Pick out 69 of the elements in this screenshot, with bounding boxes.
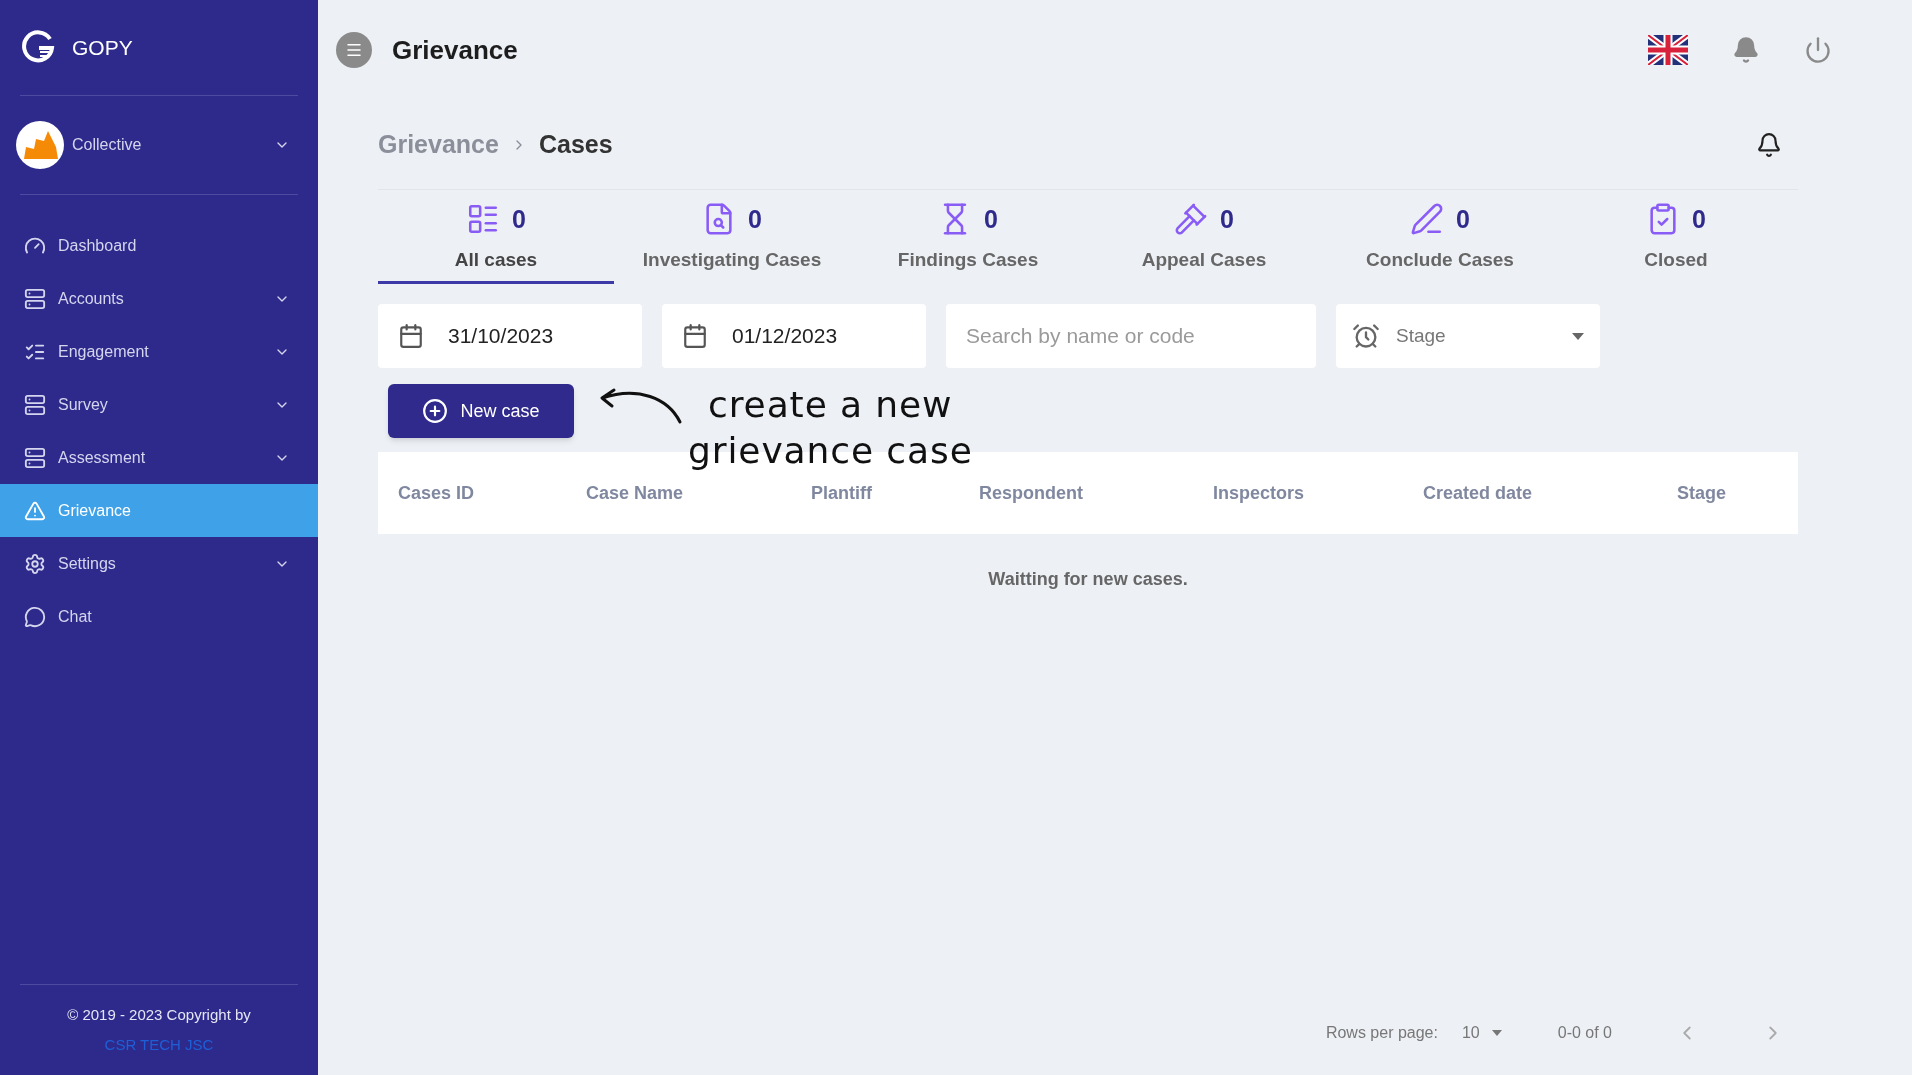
rows-per-page-select[interactable]: 10 [1461, 1020, 1502, 1045]
warning-icon [24, 499, 46, 522]
organization-selector[interactable]: Collective [0, 96, 318, 194]
sidebar-item[interactable]: Assessment [0, 431, 318, 484]
case-tab[interactable]: 0 Findings Cases [850, 194, 1086, 284]
server-icon [24, 446, 46, 469]
case-count: 0 [1692, 203, 1706, 235]
dropdown-caret-icon [1572, 332, 1584, 340]
tab-label: All cases [454, 248, 538, 272]
menu-icon [345, 41, 363, 59]
case-tab[interactable]: 0 All cases [378, 194, 614, 284]
date-to-field[interactable]: 01/12/2023 [662, 304, 926, 368]
case-tab[interactable]: 0 Appeal Cases [1086, 194, 1322, 284]
case-tab[interactable]: 0 Conclude Cases [1322, 194, 1558, 284]
server-icon [24, 393, 46, 416]
calendar-icon [682, 323, 708, 349]
notification-bell-icon[interactable] [1732, 36, 1760, 64]
new-case-button[interactable]: New case [388, 384, 574, 438]
tab-label: Conclude Cases [1366, 248, 1514, 272]
search-field[interactable]: Search by name or code [946, 304, 1316, 368]
column-header: Case Name [586, 481, 685, 505]
power-icon[interactable] [1804, 36, 1832, 64]
sidebar-item[interactable]: Accounts [0, 272, 318, 325]
calendar-icon [398, 323, 424, 349]
flag-icon[interactable] [1648, 35, 1688, 65]
dropdown-caret-icon [1491, 1029, 1502, 1036]
breadcrumb-current: Cases [538, 128, 613, 160]
sidebar-item[interactable]: Survey [0, 378, 318, 431]
case-count: 0 [512, 203, 526, 235]
tab-label: Investigating Cases [642, 248, 822, 272]
settings-icon [24, 552, 46, 575]
sidebar-item[interactable]: Dashboard [0, 219, 318, 272]
sidebar-item[interactable]: Chat [0, 590, 318, 643]
page-title: Grievance [392, 33, 519, 67]
rows-per-page-label: Rows per page: [1325, 1022, 1438, 1043]
case-tab[interactable]: 0 Investigating Cases [614, 194, 850, 284]
sidebar-item[interactable]: Settings [0, 537, 318, 590]
case-count: 0 [984, 203, 998, 235]
tab-label: Appeal Cases [1141, 248, 1267, 272]
case-count: 0 [1456, 203, 1470, 235]
column-header: Respondent [979, 481, 1084, 505]
column-header: Created date [1423, 481, 1534, 505]
bell-icon[interactable] [1756, 131, 1782, 158]
date-from-field[interactable]: 31/10/2023 [378, 304, 642, 368]
column-header: Plantiff [811, 481, 873, 505]
case-count: 0 [748, 203, 762, 235]
alarm-clock-icon [1352, 322, 1380, 350]
stage-dropdown[interactable]: Stage [1336, 304, 1600, 368]
sidebar-item[interactable]: Engagement [0, 325, 318, 378]
gavel-icon [1174, 202, 1209, 237]
server-icon [24, 287, 46, 310]
column-header: Inspectors [1213, 481, 1306, 505]
column-header: Stage [1675, 481, 1727, 505]
annotation-text: create a new [708, 383, 954, 427]
case-count: 0 [1220, 203, 1234, 235]
case-tab[interactable]: 0 Closed [1558, 194, 1794, 284]
brand-name: GOPY [72, 34, 133, 61]
empty-message: Waitting for new cases. [988, 568, 1188, 591]
page-range: 0-0 of 0 [1557, 1022, 1612, 1043]
pen-icon [1410, 202, 1445, 237]
add-icon [422, 398, 449, 424]
annotation-text: grievance case [688, 429, 973, 473]
chat-bubble-icon [24, 605, 46, 628]
organization-avatar [16, 121, 64, 169]
menu-button[interactable] [336, 32, 372, 68]
column-header: Cases ID [398, 481, 476, 505]
tab-label: Findings Cases [897, 248, 1039, 272]
copyright-text: © 2019 - 2023 Copyright by [67, 1004, 251, 1025]
tab-label: Closed [1644, 248, 1708, 272]
